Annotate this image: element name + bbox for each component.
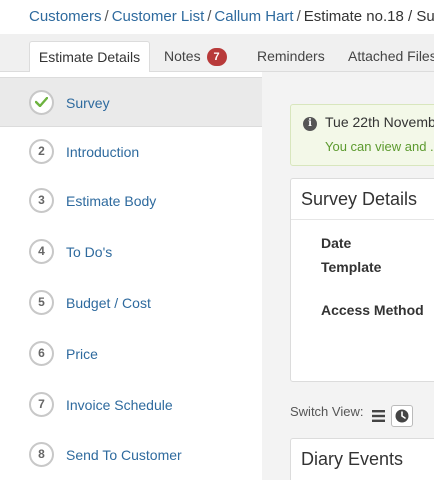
- tab-reminders[interactable]: Reminders: [257, 41, 325, 73]
- step-label: Estimate Body: [66, 193, 157, 209]
- info-icon: i: [303, 117, 317, 131]
- switch-view-label: Switch View:: [290, 404, 364, 419]
- breadcrumb-link-customer-list[interactable]: Customer List: [112, 8, 205, 25]
- notes-count-badge: 7: [206, 48, 227, 66]
- step-estimate-body[interactable]: 3 Estimate Body: [0, 176, 262, 226]
- breadcrumb-separator: /: [296, 8, 301, 25]
- breadcrumb: Customers / Customer List / Callum Hart / Esti…: [0, 0, 434, 34]
- step-to-dos[interactable]: 4 To Do's: [0, 227, 262, 277]
- list-view-button[interactable]: [368, 405, 390, 427]
- step-invoice-schedule[interactable]: 7 Invoice Schedule: [0, 380, 262, 430]
- step-label: Survey: [66, 95, 110, 111]
- field-label-date: Date: [321, 235, 352, 251]
- check-icon: [35, 97, 48, 107]
- main-content: i Tue 22th Novemb... You can view and ..…: [262, 72, 434, 480]
- tab-label: Attached Files: [348, 48, 434, 64]
- step-label: Introduction: [66, 144, 140, 160]
- alert-text: You can view and ...: [325, 139, 434, 154]
- step-number: 7: [29, 392, 54, 417]
- step-budget-cost[interactable]: 5 Budget / Cost: [0, 278, 262, 328]
- tab-attached-files[interactable]: Attached Files: [348, 41, 434, 73]
- step-label: Send To Customer: [66, 447, 182, 463]
- step-label: To Do's: [66, 244, 113, 260]
- diary-events-panel: Diary Events: [290, 438, 434, 480]
- breadcrumb-separator: /: [104, 8, 109, 25]
- step-number: 5: [29, 290, 54, 315]
- alert-title: Tue 22th Novemb...: [325, 114, 434, 130]
- step-send-to-customer[interactable]: 8 Send To Customer: [0, 430, 262, 480]
- breadcrumb-separator: /: [207, 8, 212, 25]
- step-price[interactable]: 6 Price: [0, 329, 262, 379]
- breadcrumb-current: Estimate no.18 / Survey: [303, 8, 434, 25]
- field-label-access-method: Access Method: [321, 302, 424, 318]
- step-introduction[interactable]: 2 Introduction: [0, 127, 262, 177]
- panel-title: Survey Details: [301, 189, 418, 209]
- timeline-view-button[interactable]: [391, 405, 413, 427]
- step-label: Budget / Cost: [66, 295, 151, 311]
- panel-title: Diary Events: [301, 449, 404, 469]
- clock-icon: [395, 409, 409, 423]
- tab-bar: Estimate Details Notes 7 Reminders Attach…: [0, 34, 434, 73]
- step-survey[interactable]: Survey: [0, 77, 282, 128]
- tab-label: Reminders: [257, 48, 325, 64]
- estimate-steps: Survey 2 Introduction 3 Estimate Body 4 …: [0, 72, 282, 480]
- tab-estimate-details[interactable]: Estimate Details: [29, 41, 150, 73]
- list-icon: [372, 410, 385, 422]
- step-number: 2: [29, 139, 54, 164]
- step-number: 3: [29, 188, 54, 213]
- tab-label: Notes: [164, 48, 201, 64]
- step-number: 6: [29, 341, 54, 366]
- tab-notes[interactable]: Notes 7: [164, 41, 227, 73]
- survey-details-panel: Survey Details Date Template Access Meth…: [290, 178, 434, 382]
- step-label: Invoice Schedule: [66, 397, 173, 413]
- step-number: 8: [29, 442, 54, 467]
- tab-label: Estimate Details: [38, 49, 141, 65]
- step-number: 4: [29, 239, 54, 264]
- breadcrumb-link-customers[interactable]: Customers: [29, 8, 102, 25]
- step-status: [29, 90, 54, 115]
- field-label-template: Template: [321, 259, 382, 275]
- breadcrumb-link-customer[interactable]: Callum Hart: [214, 8, 293, 25]
- step-label: Price: [66, 346, 98, 362]
- panel-divider: [291, 219, 434, 220]
- info-alert: i Tue 22th Novemb... You can view and ..…: [290, 104, 434, 166]
